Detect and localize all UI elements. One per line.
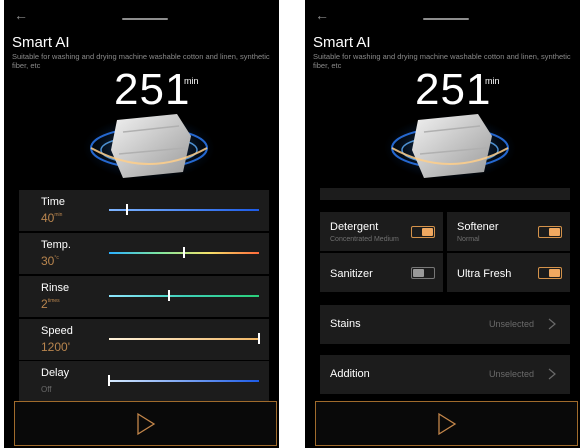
stains-label: Stains — [330, 318, 361, 330]
option-detergent[interactable]: Detergent Concentrated Medium — [320, 212, 443, 251]
collapsed-panel — [320, 188, 570, 200]
option-sub: Concentrated Medium — [330, 236, 399, 243]
remaining-time-unit: min — [485, 76, 500, 86]
drag-handle[interactable] — [122, 18, 168, 20]
sanitizer-toggle[interactable] — [411, 267, 435, 279]
setting-value: 1200' — [41, 340, 70, 354]
setting-label: Rinse — [41, 282, 70, 294]
play-icon — [137, 412, 156, 436]
addition-label: Addition — [330, 368, 370, 380]
speed-slider-thumb[interactable] — [258, 333, 260, 344]
temperature-slider-thumb[interactable] — [183, 247, 185, 258]
addition-value: Unselected — [488, 369, 534, 379]
setting-value: 2times — [41, 297, 60, 311]
option-label: Detergent — [330, 221, 379, 233]
setting-row-speed[interactable]: Speed 1200' — [19, 319, 269, 360]
chevron-right-icon — [548, 368, 556, 380]
time-slider-track[interactable] — [109, 209, 259, 211]
screen-options: ← Smart AI Suitable for washing and dryi… — [305, 0, 580, 448]
option-sub: Normal — [457, 236, 480, 243]
stains-row[interactable]: Stains Unselected — [320, 305, 570, 344]
setting-label: Temp. — [41, 239, 71, 251]
setting-row-time[interactable]: Time 40min — [19, 190, 269, 231]
back-arrow-icon[interactable]: ← — [14, 8, 28, 22]
detergent-toggle[interactable] — [411, 226, 435, 238]
chevron-right-icon — [548, 318, 556, 330]
page-title: Smart AI — [313, 34, 371, 51]
remaining-time-unit: min — [184, 76, 199, 86]
addition-row[interactable]: Addition Unselected — [320, 355, 570, 394]
delay-slider-track[interactable] — [109, 380, 259, 382]
softener-toggle[interactable] — [538, 226, 562, 238]
page-title: Smart AI — [12, 34, 70, 51]
option-label: Softener — [457, 221, 499, 233]
play-icon — [438, 412, 457, 436]
option-label: Ultra Fresh — [457, 268, 512, 280]
back-arrow-icon[interactable]: ← — [315, 8, 329, 22]
laundry-illustration — [384, 114, 516, 180]
setting-label: Delay — [41, 367, 70, 379]
setting-row-rinse[interactable]: Rinse 2times — [19, 276, 269, 317]
drag-handle[interactable] — [423, 18, 469, 20]
start-button[interactable] — [14, 401, 277, 446]
rinse-slider-track[interactable] — [109, 295, 259, 297]
option-softener[interactable]: Softener Normal — [447, 212, 570, 251]
ultra-fresh-toggle[interactable] — [538, 267, 562, 279]
setting-label: Speed — [41, 325, 73, 337]
option-label: Sanitizer — [330, 268, 373, 280]
rinse-slider-thumb[interactable] — [168, 290, 170, 301]
laundry-illustration — [83, 114, 215, 180]
screen-settings: ← Smart AI Suitable for washing and dryi… — [4, 0, 279, 448]
time-slider-thumb[interactable] — [126, 204, 128, 215]
setting-label: Time — [41, 196, 66, 208]
setting-value: 30°c — [41, 254, 59, 268]
speed-slider-track[interactable] — [109, 338, 259, 340]
setting-value: Off — [41, 385, 52, 394]
stains-value: Unselected — [488, 319, 534, 329]
setting-row-temperature[interactable]: Temp. 30°c — [19, 233, 269, 274]
option-ultra-fresh[interactable]: Ultra Fresh — [447, 253, 570, 292]
setting-row-delay[interactable]: Delay Off — [19, 361, 269, 402]
setting-value: 40min — [41, 211, 63, 225]
option-sanitizer[interactable]: Sanitizer — [320, 253, 443, 292]
delay-slider-thumb[interactable] — [108, 375, 110, 386]
start-button[interactable] — [315, 401, 578, 446]
